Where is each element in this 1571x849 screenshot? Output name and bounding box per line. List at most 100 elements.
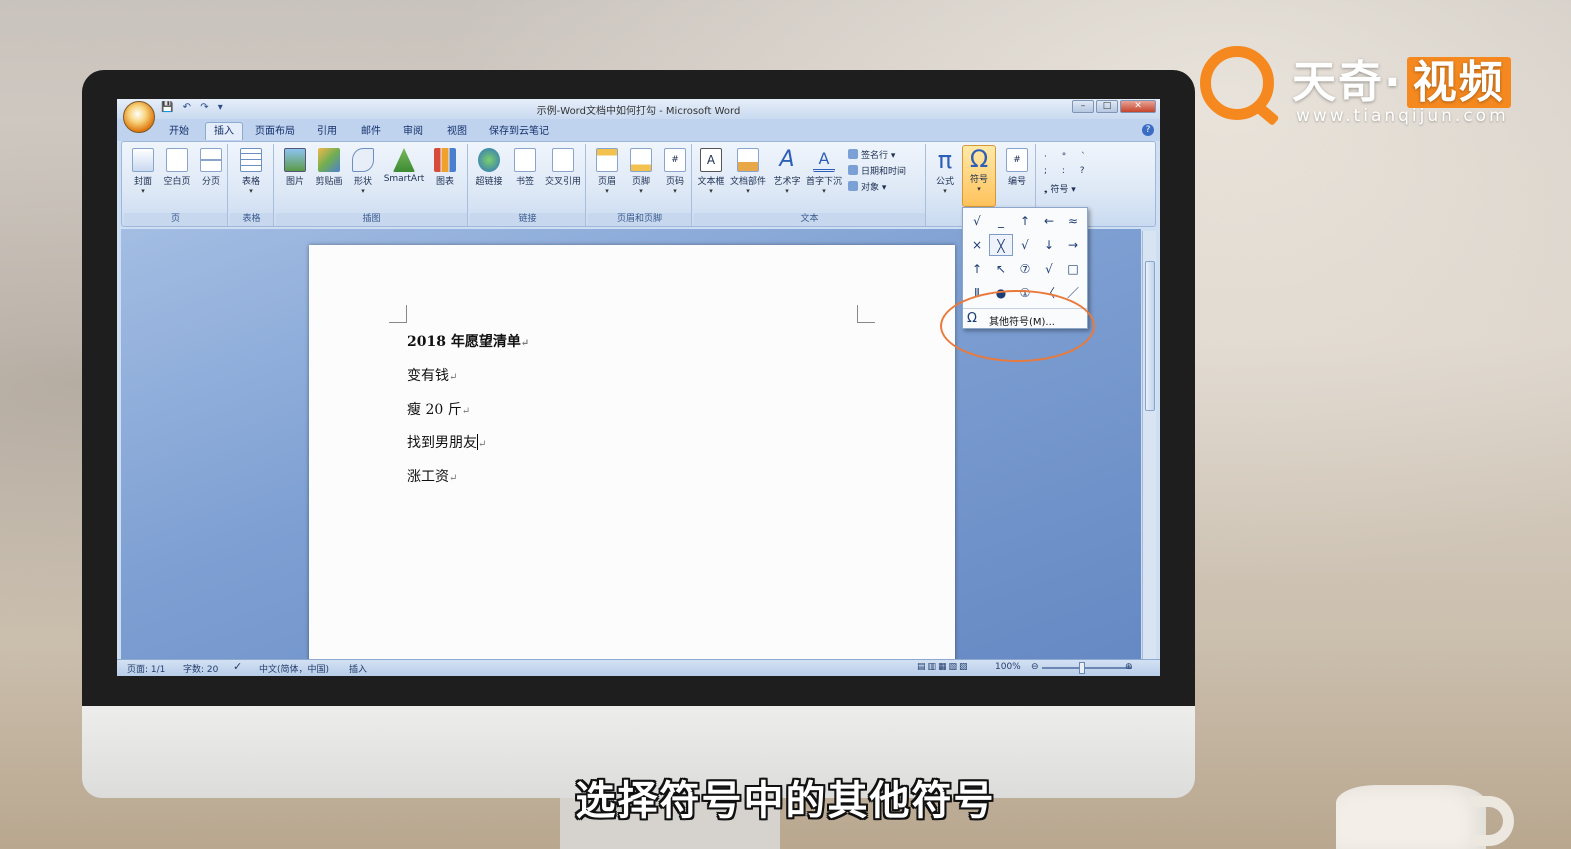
special-symbols-row[interactable]: · ° ˋ	[1044, 152, 1092, 162]
signature-icon	[848, 149, 858, 159]
group-page: 封面 ▾ 空白页 分页 页	[124, 144, 228, 226]
cross-reference-button[interactable]: 交叉引用	[544, 148, 582, 187]
symbol-cell[interactable]: ≈	[1061, 210, 1085, 232]
video-subtitle: 选择符号中的其他符号	[575, 778, 996, 824]
footer-icon	[630, 148, 652, 172]
chart-icon	[434, 148, 456, 172]
group-header-footer: 页眉 ▾ 页脚 ▾ # 页码 ▾ 页眉和页脚	[588, 144, 692, 226]
signature-line-button[interactable]: 签名行 ▾	[848, 148, 895, 161]
header-icon	[596, 148, 618, 172]
status-bar: 页面: 1/1 字数: 20 ✓ 中文(简体，中国) 插入 ▤▥▦▧▨ 100%…	[117, 659, 1160, 676]
zoom-slider[interactable]	[1042, 667, 1132, 669]
special-symbols-row-2[interactable]: ; : ?	[1044, 166, 1091, 176]
symbol-cell[interactable]: ↑	[1013, 210, 1037, 232]
doc-line[interactable]: 变有钱↵	[407, 365, 457, 385]
object-icon	[848, 181, 858, 191]
textbox-button[interactable]: A 文本框 ▾	[694, 148, 728, 195]
picture-button[interactable]: 图片	[278, 148, 312, 187]
scroll-thumb[interactable]	[1145, 261, 1155, 411]
doc-heading[interactable]: 2018 年愿望清单↵	[407, 331, 529, 351]
zoom-out-button[interactable]: ⊖	[1031, 662, 1039, 672]
office-button[interactable]	[123, 101, 155, 133]
symbol-cell[interactable]: ↓	[1037, 234, 1061, 256]
dropcap-button[interactable]: A 首字下沉 ▾	[804, 148, 844, 195]
group-illustrations-label: 插图	[276, 213, 467, 226]
page-number-button[interactable]: # 页码 ▾	[658, 148, 692, 195]
highlight-circle	[940, 290, 1095, 362]
quick-parts-button[interactable]: 文档部件 ▾	[728, 148, 768, 195]
tab-mailings[interactable]: 邮件	[353, 123, 389, 141]
tab-insert[interactable]: 插入	[205, 122, 243, 140]
view-buttons[interactable]: ▤▥▦▧▨	[917, 662, 970, 672]
page-break-button[interactable]: 分页	[194, 148, 228, 187]
status-mode[interactable]: 插入	[349, 662, 367, 675]
shapes-button[interactable]: 形状 ▾	[346, 148, 380, 195]
brand-logo: 天奇· 视频 www.tianqijun.com	[1196, 40, 1556, 130]
symbol-cell[interactable]: ↖	[989, 258, 1013, 280]
symbol-cell[interactable]: √	[1013, 234, 1037, 256]
doc-line[interactable]: 涨工资↵	[407, 466, 457, 486]
logo-title: 天奇· 视频	[1292, 46, 1511, 110]
special-symbol-dropdown[interactable]: ❟ 符号 ▾	[1044, 182, 1076, 195]
symbol-cell-selected[interactable]: ╳	[989, 234, 1013, 256]
table-button[interactable]: 表格 ▾	[234, 148, 268, 195]
smartart-button[interactable]: SmartArt	[382, 148, 426, 184]
word-window: 示例-Word文档中如何打勾 - Microsoft Word 💾 ↶ ↷ ▾ …	[117, 99, 1160, 676]
status-page[interactable]: 页面: 1/1	[127, 662, 165, 675]
help-icon[interactable]: ?	[1142, 124, 1154, 136]
bookmark-button[interactable]: 书签	[508, 148, 542, 187]
cover-page-icon	[132, 148, 154, 172]
document-page[interactable]: 2018 年愿望清单↵ 变有钱↵ 瘦 20 斤↵ 找到男朋友↵ 涨工资↵	[309, 245, 955, 665]
minimize-button[interactable]: –	[1072, 100, 1094, 113]
header-button[interactable]: 页眉 ▾	[590, 148, 624, 195]
object-button[interactable]: 对象 ▾	[848, 180, 886, 193]
zoom-in-button[interactable]: ⊕	[1125, 662, 1133, 672]
chart-button[interactable]: 图表	[428, 148, 462, 187]
wordart-icon: A	[779, 147, 795, 172]
tab-view[interactable]: 视图	[439, 123, 475, 141]
symbol-cell[interactable]: ←	[1037, 210, 1061, 232]
clipart-button[interactable]: 剪贴画	[312, 148, 346, 187]
quick-access-toolbar[interactable]: 💾 ↶ ↷ ▾	[161, 102, 226, 113]
status-language[interactable]: 中文(简体，中国)	[259, 662, 329, 675]
cover-page-button[interactable]: 封面 ▾	[126, 148, 160, 195]
title-bar: 示例-Word文档中如何打勾 - Microsoft Word 💾 ↶ ↷ ▾ …	[117, 99, 1160, 119]
symbol-cell[interactable]: ×	[965, 234, 989, 256]
symbol-button[interactable]: Ω 符号 ▾	[962, 145, 996, 207]
symbol-cell[interactable]: ⑦	[1013, 258, 1037, 280]
crop-mark	[389, 305, 407, 323]
status-words[interactable]: 字数: 20	[183, 662, 218, 675]
symbol-cell[interactable]: □	[1061, 258, 1085, 280]
symbol-cell[interactable]: →	[1061, 234, 1085, 256]
group-table-label: 表格	[230, 213, 273, 226]
symbol-cell[interactable]: _	[989, 210, 1013, 232]
symbol-cell[interactable]: √	[1037, 258, 1061, 280]
tab-cloud-notes[interactable]: 保存到云笔记	[481, 123, 557, 141]
tab-home[interactable]: 开始	[161, 123, 197, 141]
close-button[interactable]: ✕	[1120, 100, 1156, 113]
blank-page-button[interactable]: 空白页	[160, 148, 194, 187]
wordart-button[interactable]: A 艺术字 ▾	[770, 147, 804, 196]
zoom-slider-knob[interactable]	[1079, 662, 1085, 674]
table-icon	[240, 148, 262, 172]
maximize-button[interactable]: □	[1096, 100, 1118, 113]
doc-line[interactable]: 找到男朋友↵	[407, 432, 486, 452]
equation-button[interactable]: π 公式 ▾	[928, 148, 962, 195]
group-page-label: 页	[124, 213, 227, 226]
proofing-icon[interactable]: ✓	[233, 660, 242, 673]
number-button[interactable]: # 编号	[1000, 148, 1034, 187]
hyperlink-button[interactable]: 超链接	[472, 148, 506, 187]
group-links: 超链接 书签 交叉引用 链接	[470, 144, 586, 226]
date-time-button[interactable]: 日期和时间	[848, 164, 906, 177]
blank-page-icon	[166, 148, 188, 172]
tab-page-layout[interactable]: 页面布局	[247, 123, 303, 141]
vertical-scrollbar[interactable]	[1142, 231, 1156, 661]
number-icon: #	[1006, 148, 1028, 172]
footer-button[interactable]: 页脚 ▾	[624, 148, 658, 195]
doc-line[interactable]: 瘦 20 斤↵	[407, 399, 470, 419]
tab-review[interactable]: 审阅	[395, 123, 431, 141]
symbol-cell[interactable]: ↑	[965, 258, 989, 280]
tab-references[interactable]: 引用	[309, 123, 345, 141]
symbol-cell[interactable]: √	[965, 210, 989, 232]
zoom-level[interactable]: 100%	[995, 662, 1021, 672]
